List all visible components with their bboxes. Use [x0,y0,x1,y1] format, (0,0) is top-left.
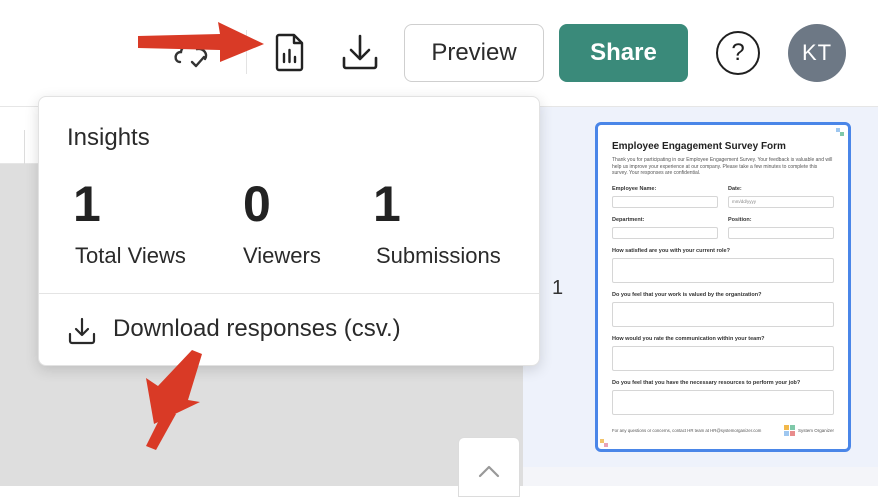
annotation-arrow-icon [146,350,202,450]
thumbnail-title: Employee Engagement Survey Form [612,141,786,152]
question-label: Do you feel that your work is valued by … [612,292,762,298]
thumbnail-footer: For any questions or concerns, contact H… [612,428,762,433]
submissions-value: 1 [373,176,401,232]
page-thumbnail[interactable]: Employee Engagement Survey Form Thank yo… [595,122,851,452]
viewers-label: Viewers [243,243,321,268]
answer-box [612,346,834,371]
employee-name-label: Employee Name: [612,186,657,192]
date-placeholder: mm/dd/yyyy [732,199,757,204]
download-icon [68,317,96,345]
answer-box [612,258,834,283]
popover-divider [39,293,539,294]
download-icon[interactable] [337,30,383,74]
top-bar: Preview Share ? KT [0,0,878,107]
question-label: How satisfied are you with your current … [612,248,730,254]
total-views-label: Total Views [75,243,186,268]
position-field [728,227,834,239]
brand-name: System Organizer [798,428,835,433]
thumbnail-intro: Thank you for participating in our Emplo… [612,157,833,177]
position-label: Position: [728,217,752,223]
user-avatar[interactable]: KT [788,24,846,82]
department-label: Department: [612,217,645,223]
page-number: 1 [552,277,564,299]
share-button[interactable]: Share [559,24,688,82]
question-label: How would you rate the communication wit… [612,336,765,342]
toolbar-divider [24,130,25,166]
answer-box [612,390,834,415]
chevron-up-icon [478,465,500,478]
decor-square [840,132,844,136]
annotation-arrow-icon [138,22,264,62]
decor-square [604,443,608,447]
date-label: Date: [728,186,742,192]
scroll-up-button[interactable] [458,437,520,497]
date-field: mm/dd/yyyy [728,196,834,208]
download-responses-button[interactable]: Download responses (csv.) [39,295,539,365]
question-label: Do you feel that you have the necessary … [612,380,801,386]
insights-title: Insights [67,124,150,151]
answer-box [612,302,834,327]
help-button[interactable]: ? [716,31,760,75]
preview-button[interactable]: Preview [404,24,544,82]
employee-name-field [612,196,718,208]
insights-report-icon[interactable] [268,30,312,74]
total-views-value: 1 [73,176,101,232]
submissions-label: Submissions [376,243,501,268]
download-responses-label: Download responses (csv.) [113,315,401,342]
insights-popover: Insights 1 Total Views 0 Viewers 1 Submi… [38,96,540,366]
viewers-value: 0 [243,176,271,232]
department-field [612,227,718,239]
brand-logo-icon [784,425,795,436]
